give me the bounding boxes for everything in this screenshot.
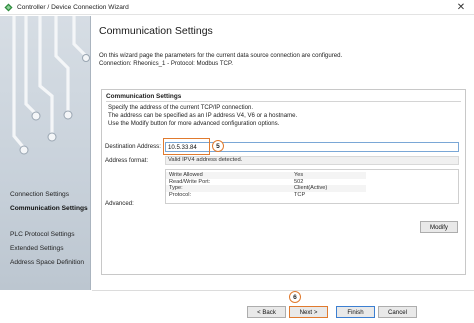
page-title: Communication Settings [99, 25, 213, 37]
advanced-label: Advanced: [105, 200, 134, 207]
panel-description: Specify the address of the current TCP/I… [108, 104, 297, 128]
nav-item-connection-settings[interactable]: Connection Settings [0, 188, 90, 202]
modify-button[interactable]: Modify [420, 221, 458, 233]
panel-divider [106, 101, 461, 102]
advanced-settings-table: Write Allowed Yes Read/Write Port: 502 T… [166, 172, 366, 198]
nav-item-extended-settings[interactable]: Extended Settings [0, 242, 90, 256]
finish-button[interactable]: Finish [336, 306, 375, 318]
wizard-sidebar: Connection Settings Communication Settin… [0, 16, 91, 290]
advanced-value: TCP [294, 191, 306, 198]
page-header: Communication Settings On this wizard pa… [92, 16, 474, 79]
page-description-line2: Connection: Rheonics_1 - Protocol: Modbu… [99, 60, 233, 67]
nav-item-address-space-definition[interactable]: Address Space Definition [0, 256, 90, 270]
step-badge-5: 5 [212, 140, 224, 152]
close-icon: ✕ [456, 2, 466, 13]
panel-description-line2: The address can be specified as an IP ad… [108, 112, 298, 119]
communication-settings-panel: Communication Settings Specify the addre… [101, 89, 466, 275]
highlight-box [163, 138, 210, 155]
circuit-decoration-icon [12, 16, 90, 155]
advanced-key: Protocol: [169, 191, 192, 198]
page-description-line1: On this wizard page the parameters for t… [99, 52, 343, 59]
title-bar: Controller / Device Connection Wizard ✕ [0, 0, 474, 15]
address-format-label: Address format: [105, 157, 149, 164]
window-title: Controller / Device Connection Wizard [17, 3, 129, 11]
nav-item-plc-protocol-settings[interactable]: PLC Protocol Settings [0, 228, 90, 242]
page-description: On this wizard page the parameters for t… [99, 52, 342, 68]
wizard-footer: 6 < Back Next > Finish Cancel [92, 290, 474, 323]
wizard-nav: Connection Settings Communication Settin… [0, 188, 90, 270]
back-button[interactable]: < Back [247, 306, 286, 318]
next-button[interactable]: Next > [289, 306, 328, 318]
advanced-settings-box: Write Allowed Yes Read/Write Port: 502 T… [165, 169, 459, 204]
app-icon [4, 2, 13, 12]
panel-title: Communication Settings [106, 93, 182, 100]
nav-item-communication-settings[interactable]: Communication Settings [0, 202, 90, 228]
address-format-value: Valid IPV4 address detected. [165, 156, 459, 165]
cancel-button[interactable]: Cancel [378, 306, 417, 318]
close-button[interactable]: ✕ [448, 0, 474, 15]
panel-description-line3: Use the Modify button for more advanced … [108, 120, 280, 127]
table-row: Protocol: TCP [166, 192, 366, 199]
step-badge-6: 6 [289, 291, 301, 303]
destination-address-label: Destination Address: [105, 143, 161, 150]
panel-description-line1: Specify the address of the current TCP/I… [108, 104, 254, 111]
